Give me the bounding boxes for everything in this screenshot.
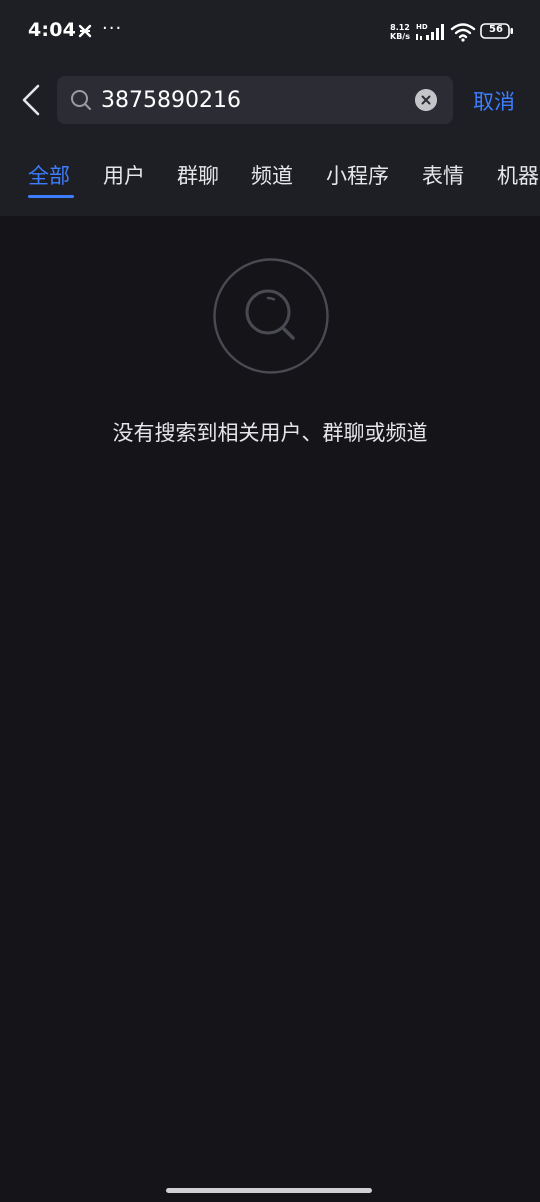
status-bar: 4:04 ··· 8.12 KB/s HD 56 xyxy=(0,0,540,64)
network-speed: 8.12 KB/s xyxy=(390,23,410,41)
app-notification-icon xyxy=(78,24,92,38)
battery-level: 56 xyxy=(489,24,503,35)
svg-text:HD: HD xyxy=(416,23,428,31)
clear-search-button[interactable] xyxy=(415,89,437,111)
tab-all[interactable]: 全部 xyxy=(28,160,70,200)
empty-state-message: 没有搜索到相关用户、群聊或频道 xyxy=(112,421,428,445)
header: 4:04 ··· 8.12 KB/s HD 56 3875890216 取消 全… xyxy=(0,0,540,216)
empty-search-icon xyxy=(213,258,329,374)
back-button[interactable] xyxy=(14,80,50,120)
active-tab-indicator xyxy=(28,195,74,198)
search-box[interactable] xyxy=(57,76,453,124)
search-input[interactable] xyxy=(101,84,401,116)
tab-stickers[interactable]: 表情 xyxy=(422,160,464,200)
tab-groups[interactable]: 群聊 xyxy=(177,160,219,200)
wifi-icon xyxy=(450,23,476,42)
tab-mini-programs[interactable]: 小程序 xyxy=(326,160,389,200)
status-more-icon: ··· xyxy=(102,18,123,39)
tab-robots[interactable]: 机器 xyxy=(497,160,539,200)
cancel-button[interactable]: 取消 xyxy=(473,86,515,116)
category-tabs: 全部 用户 群聊 频道 小程序 表情 机器 xyxy=(0,160,540,206)
search-screen: 4:04 ··· 8.12 KB/s HD 56 3875890216 取消 全… xyxy=(0,0,540,1202)
home-indicator[interactable] xyxy=(166,1188,372,1193)
signal-icon: HD xyxy=(416,23,444,40)
tab-users[interactable]: 用户 xyxy=(103,160,145,200)
search-icon xyxy=(71,90,91,110)
tab-channels[interactable]: 频道 xyxy=(251,160,293,200)
status-time: 4:04 xyxy=(28,19,77,41)
